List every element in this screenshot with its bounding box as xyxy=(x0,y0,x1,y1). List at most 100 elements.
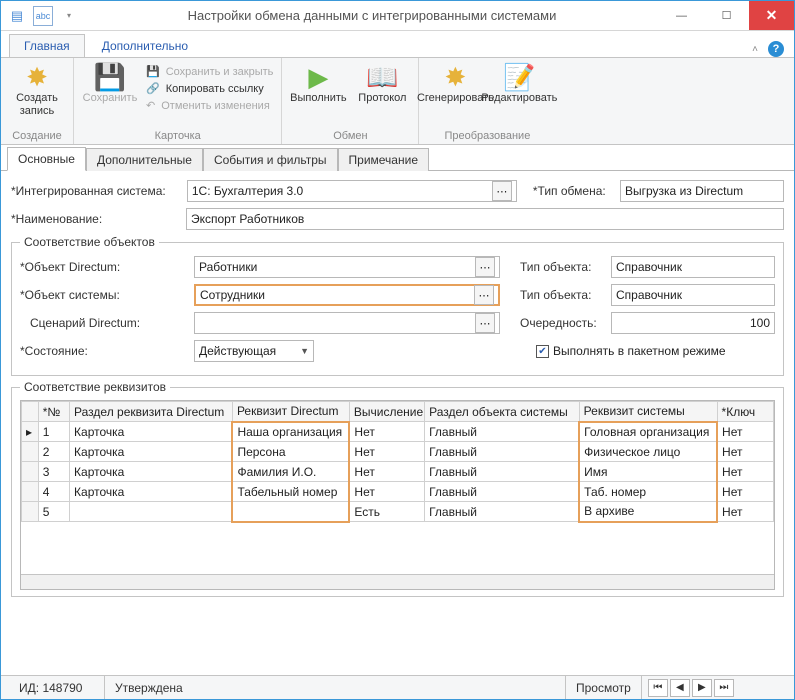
name-value: Экспорт Работников xyxy=(191,212,779,226)
cell-key[interactable]: Нет xyxy=(717,462,773,482)
cell-key[interactable]: Нет xyxy=(717,422,773,442)
attr-table-wrap[interactable]: *№ Раздел реквизита Directum Реквизит Di… xyxy=(20,400,775,590)
tab-note[interactable]: Примечание xyxy=(338,148,429,171)
cell-num[interactable]: 3 xyxy=(38,462,69,482)
cell-key[interactable]: Нет xyxy=(717,502,773,522)
cell-req-system[interactable]: Таб. номер xyxy=(579,482,717,502)
col-sysreq[interactable]: Реквизит системы xyxy=(579,402,717,422)
qat-icon-app[interactable]: ▤ xyxy=(7,6,27,26)
exchange-type-field[interactable]: Выгрузка из Directum xyxy=(620,180,784,202)
table-row[interactable]: 4КарточкаТабельный номерНетГлавныйТаб. н… xyxy=(22,482,774,502)
cell-section[interactable]: Карточка xyxy=(70,442,233,462)
nav-prev-button[interactable]: ◀ xyxy=(670,679,690,697)
minimize-button[interactable]: — xyxy=(659,1,704,30)
ribbon: ✸ Создатьзапись Создание 💾 Сохранить 💾 С… xyxy=(1,57,794,145)
cell-num[interactable]: 5 xyxy=(38,502,69,522)
cell-num[interactable]: 1 xyxy=(38,422,69,442)
batch-checkbox[interactable]: ✔ Выполнять в пакетном режиме xyxy=(536,344,726,358)
tab-main[interactable]: Основные xyxy=(7,147,86,171)
obj-directum-browse[interactable]: ⋯ xyxy=(475,257,495,277)
cell-req-system[interactable]: В архиве xyxy=(579,502,717,522)
table-row[interactable]: 5 ЕстьГлавныйВ архивеНет xyxy=(22,502,774,522)
int-system-browse[interactable]: ⋯ xyxy=(492,181,512,201)
obj-directum-field[interactable]: Работники ⋯ xyxy=(194,256,500,278)
cell-calc[interactable]: Нет xyxy=(349,422,424,442)
col-key[interactable]: *Ключ xyxy=(717,402,773,422)
cell-req-directum[interactable]: Персона xyxy=(232,442,349,462)
cell-key[interactable]: Нет xyxy=(717,482,773,502)
table-row[interactable]: ▸1КарточкаНаша организацияНетГлавныйГоло… xyxy=(22,422,774,442)
cell-num[interactable]: 2 xyxy=(38,442,69,462)
cell-syssection[interactable]: Главный xyxy=(425,482,580,502)
edit-button[interactable]: 📝 Редактировать xyxy=(489,60,549,105)
cell-req-directum[interactable]: Табельный номер xyxy=(232,482,349,502)
cell-req-directum[interactable]: Наша организация xyxy=(232,422,349,442)
scenario-field[interactable]: ⋯ xyxy=(194,312,500,334)
col-calc[interactable]: Вычисление xyxy=(349,402,424,422)
save-button[interactable]: 💾 Сохранить xyxy=(80,60,140,105)
nav-last-button[interactable]: ⏭ xyxy=(714,679,734,697)
cell-calc[interactable]: Есть xyxy=(349,502,424,522)
col-req[interactable]: Реквизит Directum xyxy=(232,402,349,422)
cell-syssection[interactable]: Главный xyxy=(425,502,580,522)
cell-syssection[interactable]: Главный xyxy=(425,462,580,482)
obj-type-field-2[interactable]: Справочник xyxy=(611,284,775,306)
nav-next-button[interactable]: ▶ xyxy=(692,679,712,697)
cell-syssection[interactable]: Главный xyxy=(425,422,580,442)
tab-additional[interactable]: Дополнительные xyxy=(86,148,203,171)
cell-section[interactable]: Карточка xyxy=(70,422,233,442)
scenario-browse[interactable]: ⋯ xyxy=(475,313,495,333)
protocol-button[interactable]: 📖 Протокол xyxy=(352,60,412,105)
nav-first-button[interactable]: ⏮ xyxy=(648,679,668,697)
copy-link-button[interactable]: 🔗 Копировать ссылку xyxy=(144,81,275,96)
create-record-button[interactable]: ✸ Создатьзапись xyxy=(7,60,67,118)
ribbon-tab-extra[interactable]: Дополнительно xyxy=(87,34,203,57)
form-tabstrip: Основные Дополнительные События и фильтр… xyxy=(1,147,794,171)
horizontal-scrollbar[interactable] xyxy=(21,574,774,589)
cell-req-system[interactable]: Имя xyxy=(579,462,717,482)
cell-syssection[interactable]: Главный xyxy=(425,442,580,462)
attributes-table[interactable]: *№ Раздел реквизита Directum Реквизит Di… xyxy=(21,401,774,523)
int-system-field[interactable]: 1С: Бухгалтерия 3.0 ⋯ xyxy=(187,180,517,202)
cell-req-directum[interactable]: Фамилия И.О. xyxy=(232,462,349,482)
cell-calc[interactable]: Нет xyxy=(349,462,424,482)
col-section[interactable]: Раздел реквизита Directum xyxy=(70,402,233,422)
ribbon-tab-main[interactable]: Главная xyxy=(9,34,85,57)
int-system-value: 1С: Бухгалтерия 3.0 xyxy=(192,184,490,198)
book-icon: 📖 xyxy=(366,64,398,90)
cell-req-directum[interactable] xyxy=(232,502,349,522)
cell-calc[interactable]: Нет xyxy=(349,442,424,462)
table-row[interactable]: 2КарточкаПерсонаНетГлавныйФизическое лиц… xyxy=(22,442,774,462)
row-marker xyxy=(22,482,39,502)
cell-calc[interactable]: Нет xyxy=(349,482,424,502)
obj-type-field-1[interactable]: Справочник xyxy=(611,256,775,278)
obj-system-browse[interactable]: ⋯ xyxy=(474,285,494,305)
cell-section[interactable] xyxy=(70,502,233,522)
generate-button[interactable]: ✸ Сгенерировать xyxy=(425,60,485,105)
state-combo[interactable]: Действующая ▼ xyxy=(194,340,314,362)
obj-system-field[interactable]: Сотрудники ⋯ xyxy=(194,284,500,306)
order-field[interactable]: 100 xyxy=(611,312,775,334)
close-button[interactable]: ✕ xyxy=(749,1,794,30)
name-field[interactable]: Экспорт Работников xyxy=(186,208,784,230)
run-button[interactable]: ▶ Выполнить xyxy=(288,60,348,105)
table-row[interactable]: 3КарточкаФамилия И.О.НетГлавныйИмяНет xyxy=(22,462,774,482)
copy-link-icon: 🔗 xyxy=(146,82,160,95)
cell-section[interactable]: Карточка xyxy=(70,462,233,482)
maximize-button[interactable]: ☐ xyxy=(704,1,749,30)
qat-dropdown-icon[interactable]: ▾ xyxy=(59,6,79,26)
cell-key[interactable]: Нет xyxy=(717,442,773,462)
undo-changes-button[interactable]: ↶ Отменить изменения xyxy=(144,98,275,113)
cell-section[interactable]: Карточка xyxy=(70,482,233,502)
cell-req-system[interactable]: Головная организация xyxy=(579,422,717,442)
qat-icon-abc[interactable]: abc xyxy=(33,6,53,26)
save-close-button[interactable]: 💾 Сохранить и закрыть xyxy=(144,64,275,79)
ribbon-collapse-icon[interactable]: ˄ xyxy=(752,44,758,55)
help-icon[interactable]: ? xyxy=(768,41,784,57)
col-syssec[interactable]: Раздел объекта системы xyxy=(425,402,580,422)
cell-num[interactable]: 4 xyxy=(38,482,69,502)
tab-events[interactable]: События и фильтры xyxy=(203,148,338,171)
col-num[interactable]: *№ xyxy=(38,402,69,422)
quick-access-toolbar: ▤ abc ▾ xyxy=(1,6,85,26)
cell-req-system[interactable]: Физическое лицо xyxy=(579,442,717,462)
